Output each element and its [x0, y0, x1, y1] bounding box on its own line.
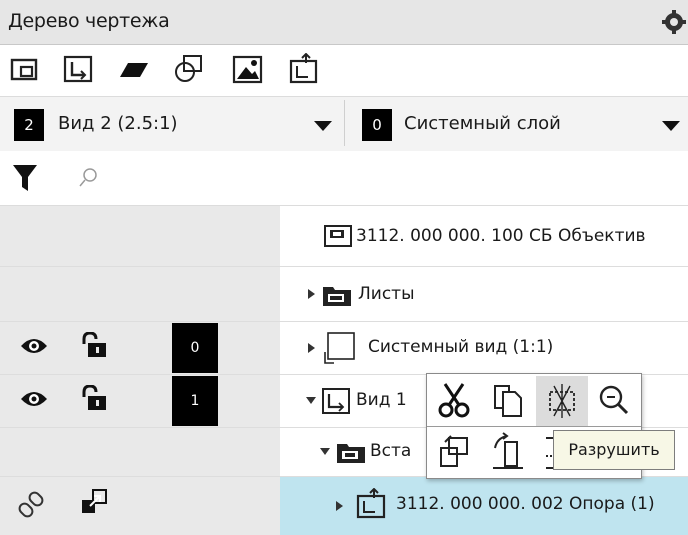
folder-icon	[322, 283, 352, 311]
zoom-icon[interactable]	[589, 376, 641, 426]
eye-icon[interactable]	[20, 335, 48, 361]
destroy-icon[interactable]	[536, 376, 588, 426]
expand-icon[interactable]	[308, 289, 315, 299]
folder-icon	[336, 440, 366, 468]
unlock-icon[interactable]	[80, 384, 108, 415]
filter-row	[0, 151, 688, 206]
eye-icon[interactable]	[20, 388, 48, 414]
new-view-icon[interactable]	[8, 53, 40, 85]
insert-view-icon[interactable]	[288, 52, 320, 85]
row-controls	[0, 206, 280, 266]
unlock-icon[interactable]	[80, 331, 108, 362]
view-icon	[320, 332, 356, 370]
hatch-icon[interactable]	[118, 53, 150, 85]
copy-icon[interactable]	[483, 376, 535, 426]
divider	[344, 100, 345, 146]
expand-icon[interactable]	[308, 343, 315, 353]
expand-icon[interactable]	[336, 501, 343, 511]
row-controls	[0, 428, 280, 476]
search-input[interactable]	[104, 161, 668, 195]
chevron-down-icon[interactable]	[314, 121, 332, 131]
collapse-icon[interactable]	[320, 448, 330, 455]
view-selector[interactable]: 2 Вид 2 (2.5:1)	[0, 97, 344, 151]
tree-row-root[interactable]: 3112. 000 000. 100 СБ Объектив	[280, 206, 688, 266]
view-icon	[322, 388, 350, 418]
layer-badge[interactable]: 1	[172, 376, 218, 426]
tree-item-label: Вид 1	[356, 390, 407, 410]
edit-in-place-icon[interactable]	[429, 428, 481, 478]
tree-item-label: 3112. 000 000. 002 Опора (1)	[396, 494, 655, 514]
tree-row-sheets[interactable]: Листы	[280, 267, 688, 321]
insert-view-icon	[356, 487, 388, 524]
panel-title: Дерево чертежа	[8, 10, 170, 32]
collapse-icon[interactable]	[306, 397, 316, 404]
layer-number-badge: 0	[362, 109, 392, 141]
layer-selector[interactable]: 0 Системный слой	[356, 97, 688, 151]
row-controls	[0, 267, 280, 321]
link-icon[interactable]	[18, 490, 46, 522]
move-icon[interactable]	[483, 428, 535, 478]
view-selector-label: Вид 2 (2.5:1)	[58, 113, 178, 134]
insert-image-icon[interactable]	[232, 53, 264, 85]
tree-item-label: Системный вид (1:1)	[368, 337, 554, 357]
external-reference-icon[interactable]	[80, 488, 108, 520]
tree-item-label: 3112. 000 000. 100 СБ Объектив	[356, 226, 646, 246]
tree-item-label: Листы	[358, 284, 415, 304]
assembly-drawing-icon	[324, 224, 352, 252]
toolbar	[0, 45, 688, 95]
filter-icon[interactable]	[12, 163, 38, 197]
tooltip: Разрушить	[553, 430, 675, 470]
divider	[427, 426, 641, 427]
layer-badge[interactable]: 0	[172, 323, 218, 373]
search-icon	[78, 167, 98, 193]
cut-icon[interactable]	[429, 376, 481, 426]
gear-icon[interactable]	[660, 9, 688, 39]
tree-item-label: Вста	[370, 441, 412, 461]
layer-selector-label: Системный слой	[404, 113, 561, 134]
tree-row-system-view[interactable]: Системный вид (1:1)	[280, 322, 688, 374]
insert-fragment-icon[interactable]	[172, 53, 204, 85]
local-cs-icon[interactable]	[62, 53, 94, 85]
view-number-badge: 2	[14, 109, 44, 141]
chevron-down-icon[interactable]	[662, 121, 680, 131]
